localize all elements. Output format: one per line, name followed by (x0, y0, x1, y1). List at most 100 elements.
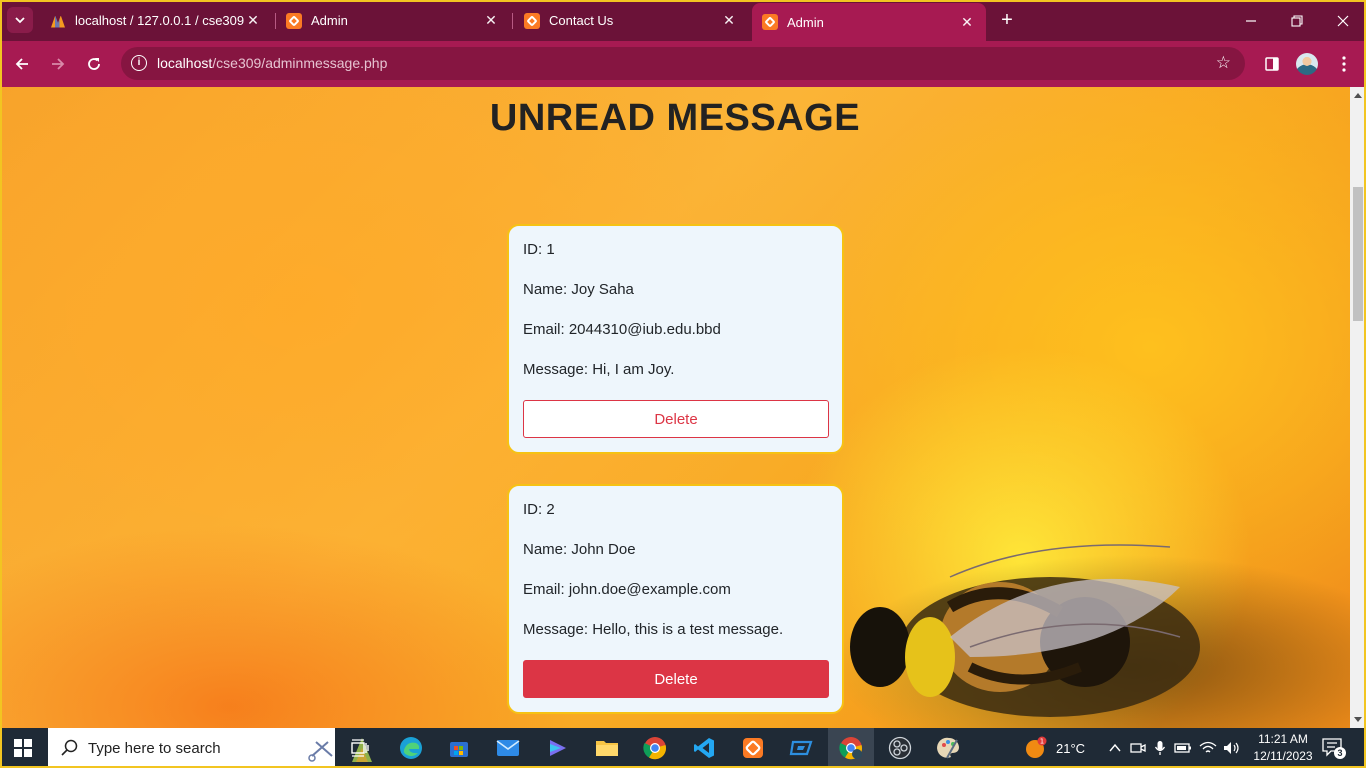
address-bar[interactable]: i localhost/cse309/adminmessage.php ☆ (121, 47, 1245, 80)
tab-admin[interactable]: Admin ✕ (276, 5, 510, 36)
profile-button[interactable] (1295, 52, 1319, 76)
remote-desktop-icon (789, 740, 813, 756)
message-text: Message: Hello, this is a test message. (523, 621, 784, 638)
tab-search-button[interactable] (7, 7, 33, 33)
xampp-icon (286, 12, 302, 29)
tab-separator (512, 13, 513, 29)
message-id: ID: 1 (523, 241, 555, 258)
site-info-icon[interactable]: i (131, 55, 147, 71)
page-title: UNREAD MESSAGE (489, 97, 861, 139)
tab-title: Admin (787, 14, 824, 30)
battery-icon[interactable] (1174, 742, 1192, 754)
kebab-menu-icon (1342, 56, 1346, 72)
chrome-app-active[interactable] (828, 728, 874, 768)
message-id: ID: 2 (523, 501, 555, 518)
url-text[interactable]: localhost/cse309/adminmessage.php (157, 55, 387, 71)
close-icon (1337, 15, 1349, 26)
message-name: Name: John Doe (523, 541, 636, 558)
chrome-profile-icon (839, 737, 863, 760)
scrollbar-thumb[interactable] (1353, 187, 1363, 321)
weather-widget[interactable]: 1 21°C (1024, 728, 1085, 768)
vscode-icon (694, 738, 714, 758)
message-email: Email: 2044310@iub.edu.bbd (523, 321, 721, 338)
svg-text:1: 1 (1040, 738, 1044, 746)
close-icon[interactable]: ✕ (244, 12, 262, 29)
folder-icon (596, 741, 618, 756)
reload-icon (88, 58, 100, 70)
weather-temp: 21°C (1056, 740, 1086, 756)
side-panel-button[interactable] (1260, 52, 1284, 76)
message-card: ID: 2 Name: John Doe Email: john.doe@exa… (507, 484, 844, 714)
forward-button[interactable] (45, 51, 71, 77)
edge-app[interactable] (388, 728, 434, 768)
url-host: localhost (157, 55, 213, 71)
windows-start-icon[interactable] (14, 739, 32, 757)
chevron-up-icon[interactable] (1108, 741, 1122, 755)
file-explorer-app[interactable] (584, 728, 630, 768)
bee-background-image (850, 544, 1200, 717)
obs-app[interactable] (877, 728, 923, 768)
notification-center-button[interactable]: 3 (1322, 738, 1346, 759)
url-path: /cse309/adminmessage.php (212, 55, 388, 71)
close-window-button[interactable] (1320, 0, 1366, 41)
scroll-up-icon[interactable] (1354, 93, 1362, 98)
remote-app[interactable] (779, 728, 825, 768)
task-view-button[interactable] (337, 728, 383, 768)
speaker-icon[interactable] (1223, 741, 1241, 755)
chevron-down-icon (15, 17, 25, 24)
clock-date: 12/11/2023 (1253, 749, 1313, 763)
close-icon[interactable]: ✕ (720, 12, 738, 29)
microphone-icon[interactable] (1154, 740, 1166, 756)
tab-title: localhost / 127.0.0.1 / cse309 / a (75, 13, 244, 28)
back-button[interactable] (9, 51, 35, 77)
paint-palette-icon (937, 737, 959, 759)
vscode-app[interactable] (681, 728, 727, 768)
new-tab-button[interactable]: + (996, 9, 1018, 31)
taskbar-search-box[interactable]: Type here to search (48, 728, 372, 768)
edge-icon (400, 737, 422, 759)
arrow-left-icon (15, 58, 28, 70)
taskbar-clock[interactable]: 11:21 AM 12/11/2023 (1252, 731, 1314, 765)
scroll-down-icon[interactable] (1354, 717, 1362, 722)
microsoft-store-icon (450, 742, 468, 757)
search-icon (61, 739, 78, 756)
close-icon[interactable]: ✕ (958, 14, 976, 31)
xampp-icon (743, 738, 763, 758)
tab-contact-us[interactable]: Contact Us ✕ (514, 5, 748, 36)
message-email: Email: john.doe@example.com (523, 581, 731, 598)
tab-phpmyadmin[interactable]: localhost / 127.0.0.1 / cse309 / a ✕ (40, 5, 272, 36)
store-app[interactable] (436, 728, 482, 768)
close-icon[interactable]: ✕ (482, 12, 500, 29)
mail-icon (496, 740, 520, 756)
restore-icon (1291, 14, 1303, 27)
tab-admin-active[interactable]: Admin ✕ (752, 3, 986, 41)
xampp-icon (762, 14, 778, 30)
chrome-app[interactable] (632, 728, 678, 768)
weather-sun-icon: 1 (1026, 736, 1047, 758)
bookmark-star-icon[interactable]: ☆ (1216, 53, 1231, 73)
minimize-button[interactable] (1228, 0, 1274, 41)
page-viewport: UNREAD MESSAGE ID: 1 Name: Joy Saha Emai… (0, 87, 1366, 728)
obs-icon (888, 736, 912, 760)
restore-button[interactable] (1274, 0, 1320, 41)
system-tray (1108, 728, 1241, 768)
notification-count-badge: 3 (1334, 747, 1346, 759)
xampp-app[interactable] (730, 728, 776, 768)
wifi-icon[interactable] (1199, 741, 1217, 755)
xampp-icon (524, 12, 540, 29)
video-editor-icon (550, 740, 566, 756)
reload-button[interactable] (81, 51, 107, 77)
chrome-icon (643, 737, 667, 760)
mail-app[interactable] (485, 728, 531, 768)
clipchamp-app[interactable] (535, 728, 581, 768)
paint-app[interactable] (926, 728, 972, 768)
camera-icon[interactable] (1130, 741, 1146, 755)
tab-title: Contact Us (549, 13, 614, 28)
delete-button[interactable]: Delete (523, 660, 829, 698)
task-view-icon (351, 739, 369, 757)
browser-menu-button[interactable] (1332, 52, 1356, 76)
minimize-icon (1246, 19, 1256, 22)
vertical-scrollbar[interactable] (1350, 87, 1366, 728)
message-card: ID: 1 Name: Joy Saha Email: 2044310@iub.… (507, 224, 844, 454)
delete-button[interactable]: Delete (523, 400, 829, 438)
